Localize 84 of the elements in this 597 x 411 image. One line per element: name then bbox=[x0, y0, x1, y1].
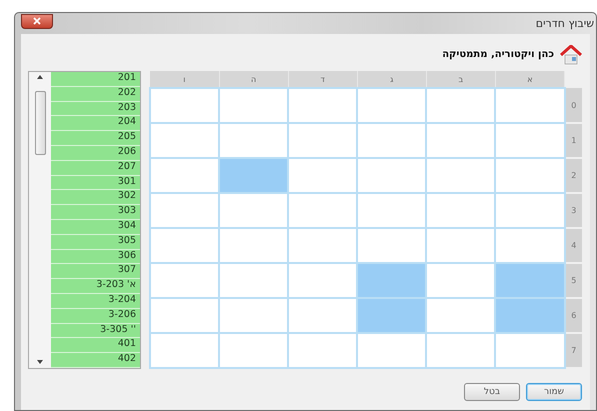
schedule-cell[interactable] bbox=[219, 158, 288, 193]
scroll-up-icon[interactable] bbox=[37, 75, 43, 79]
schedule-cell[interactable] bbox=[219, 123, 288, 158]
save-button[interactable]: שמור bbox=[526, 382, 582, 400]
schedule-cell[interactable] bbox=[150, 333, 220, 368]
schedule-cell[interactable] bbox=[495, 193, 564, 228]
room-item[interactable]: 205 bbox=[51, 131, 140, 146]
room-item[interactable]: 303 bbox=[51, 205, 140, 220]
schedule-cell[interactable] bbox=[288, 263, 358, 298]
room-item[interactable]: 3-206 bbox=[51, 308, 140, 324]
column-header: ב bbox=[426, 71, 496, 88]
room-item[interactable]: 306 bbox=[51, 250, 140, 264]
room-item[interactable]: 204 bbox=[51, 116, 140, 132]
window-title: שיבוץ חדרים bbox=[536, 17, 594, 30]
schedule-cell[interactable] bbox=[426, 158, 496, 193]
schedule-cell[interactable] bbox=[426, 298, 496, 333]
schedule-cell[interactable] bbox=[219, 193, 288, 228]
schedule-cell[interactable] bbox=[288, 158, 358, 193]
column-header: ו bbox=[150, 71, 220, 88]
room-item[interactable]: 206 bbox=[51, 146, 140, 161]
schedule-cell[interactable] bbox=[495, 158, 564, 193]
close-button[interactable] bbox=[21, 14, 53, 28]
schedule-cell[interactable] bbox=[357, 228, 426, 263]
schedule-cell[interactable] bbox=[150, 193, 220, 228]
schedule-cell[interactable] bbox=[495, 263, 564, 298]
schedule-cell[interactable] bbox=[288, 333, 358, 368]
schedule-cell[interactable] bbox=[288, 228, 358, 263]
schedule-cell[interactable] bbox=[288, 298, 358, 333]
schedule-cell[interactable] bbox=[288, 88, 358, 123]
schedule-cell[interactable] bbox=[357, 158, 426, 193]
schedule-cell[interactable] bbox=[495, 298, 564, 333]
scrollbar-thumb[interactable] bbox=[34, 91, 46, 155]
column-header: א bbox=[495, 71, 564, 88]
room-item[interactable]: 201 bbox=[51, 72, 140, 87]
room-item[interactable]: 3-204 bbox=[51, 294, 140, 309]
schedule-cell[interactable] bbox=[357, 298, 426, 333]
room-item[interactable]: 301 bbox=[51, 176, 140, 190]
schedule-cell[interactable] bbox=[288, 123, 358, 158]
schedule-cell[interactable] bbox=[150, 88, 220, 123]
close-icon bbox=[33, 17, 41, 25]
room-item[interactable]: 202 bbox=[51, 86, 140, 102]
room-item[interactable]: 401 bbox=[51, 338, 140, 354]
schedule-cell[interactable] bbox=[357, 88, 426, 123]
schedule-cell[interactable] bbox=[150, 298, 220, 333]
schedule-cell[interactable] bbox=[219, 298, 288, 333]
schedule-cell[interactable] bbox=[150, 123, 220, 158]
schedule-cell[interactable] bbox=[219, 228, 288, 263]
room-item[interactable]: 3-305 '' bbox=[51, 324, 140, 338]
room-item[interactable]: 402 bbox=[51, 353, 140, 368]
schedule-cell[interactable] bbox=[495, 228, 564, 263]
room-item[interactable]: 302 bbox=[51, 190, 140, 206]
room-item[interactable]: 305 bbox=[51, 234, 140, 250]
column-header: ג bbox=[357, 71, 426, 88]
schedule-cell[interactable] bbox=[357, 123, 426, 158]
schedule-cell[interactable] bbox=[150, 158, 220, 193]
schedule-cell[interactable] bbox=[426, 228, 496, 263]
schedule-cell[interactable] bbox=[150, 228, 220, 263]
schedule-cell[interactable] bbox=[426, 333, 496, 368]
schedule-cell[interactable] bbox=[426, 123, 496, 158]
schedule-cell[interactable] bbox=[288, 193, 358, 228]
schedule-cell[interactable] bbox=[219, 88, 288, 123]
schedule-cell[interactable] bbox=[495, 333, 564, 368]
column-header: ד bbox=[288, 71, 358, 88]
schedule-cell[interactable] bbox=[357, 333, 426, 368]
schedule-cell[interactable] bbox=[219, 333, 288, 368]
schedule-cell[interactable] bbox=[219, 263, 288, 298]
room-item[interactable]: 307 bbox=[51, 264, 140, 280]
room-item[interactable]: 207 bbox=[51, 160, 140, 176]
schedule-cell[interactable] bbox=[495, 88, 564, 123]
room-item[interactable]: 304 bbox=[51, 220, 140, 235]
room-item[interactable]: 3-203 'א bbox=[51, 279, 140, 294]
schedule-cell[interactable] bbox=[357, 263, 426, 298]
schedule-cell[interactable] bbox=[495, 123, 564, 158]
column-header: ה bbox=[219, 71, 288, 88]
schedule-cell[interactable] bbox=[357, 193, 426, 228]
teacher-name: כהן ויקטוריה, מתמטיקה bbox=[442, 49, 554, 60]
schedule-cell[interactable] bbox=[150, 263, 220, 298]
schedule-cell[interactable] bbox=[426, 263, 496, 298]
schedule-cell[interactable] bbox=[426, 88, 496, 123]
room-item[interactable]: 203 bbox=[51, 102, 140, 116]
house-icon bbox=[560, 44, 582, 64]
schedule-cell[interactable] bbox=[426, 193, 496, 228]
scroll-down-icon[interactable] bbox=[37, 360, 43, 364]
cancel-button[interactable]: בטל bbox=[464, 382, 520, 400]
